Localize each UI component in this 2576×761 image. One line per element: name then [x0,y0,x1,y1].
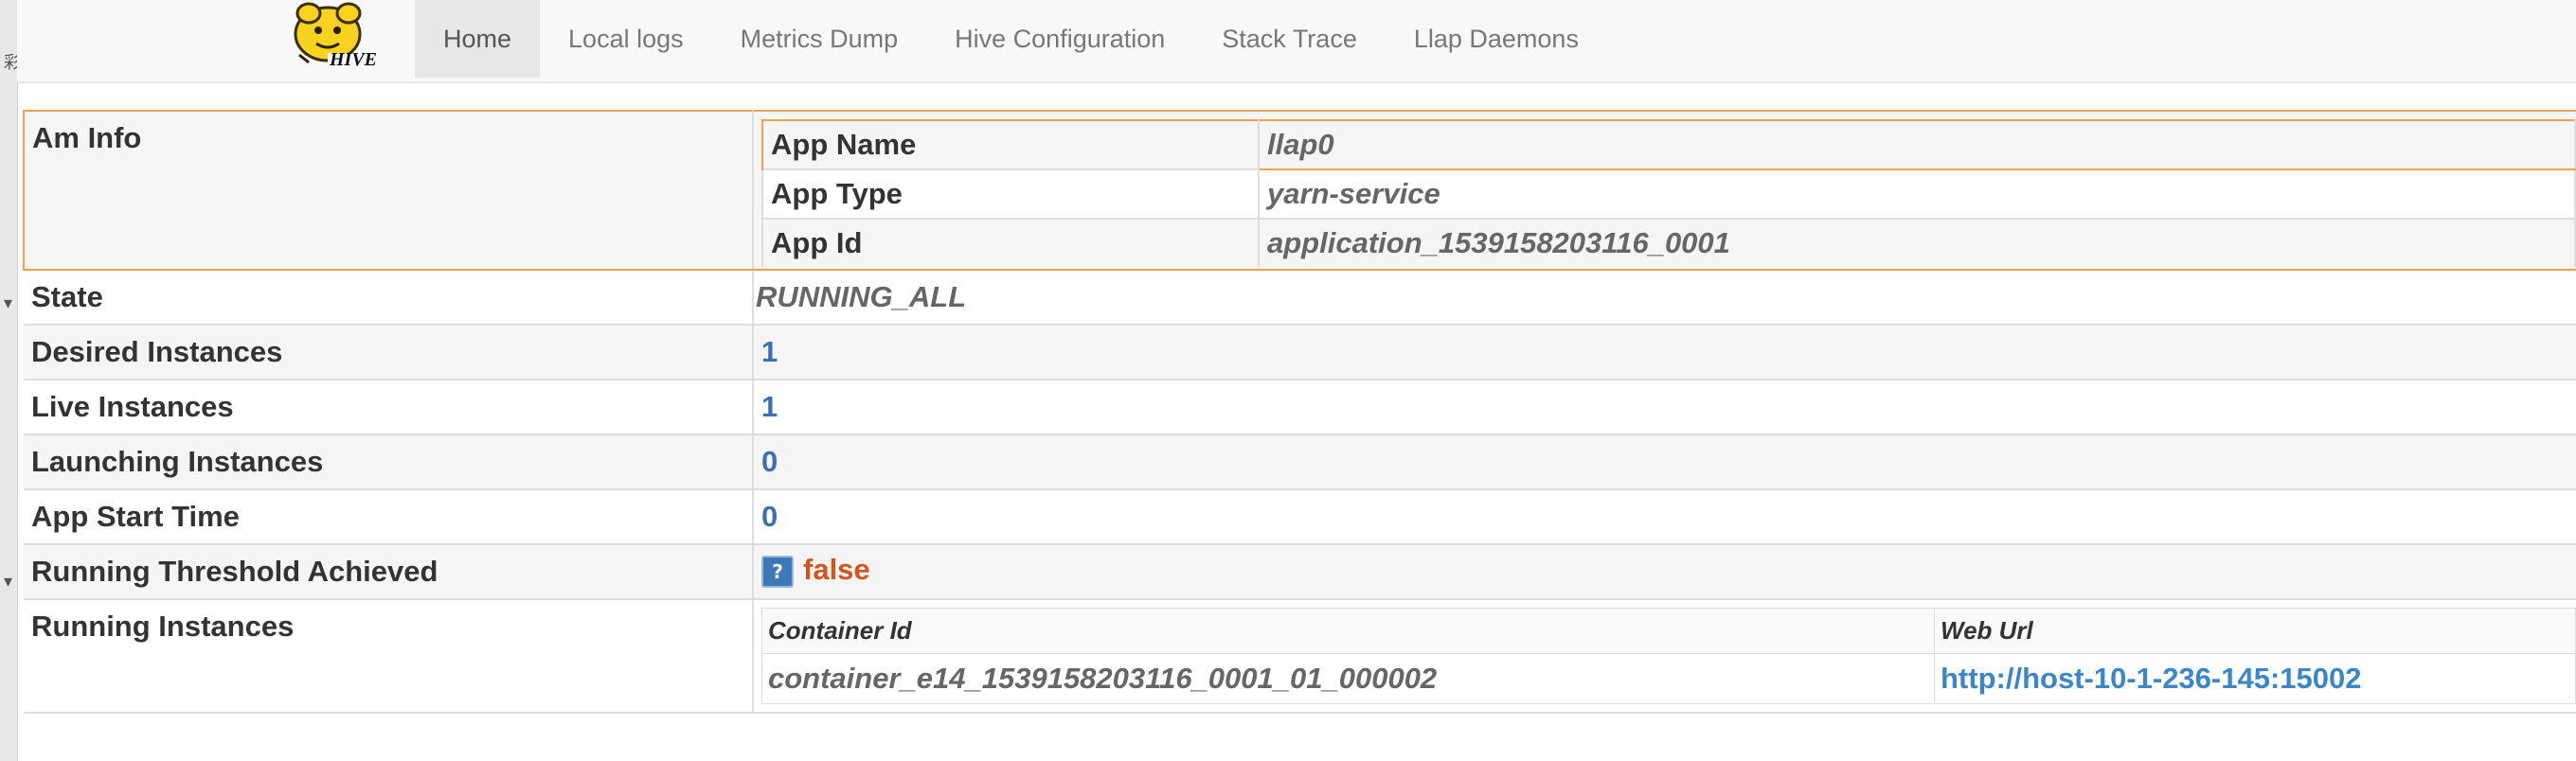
navbar: HIVE Home Local logs Metrics Dump Hive C… [17,0,2576,83]
nav-menu: Home Local logs Metrics Dump Hive Config… [415,0,1607,78]
app-status-table: Am Info App Name llap0 App Type yarn-ser… [23,110,2576,714]
edge-chevron-icon: ▾ [4,293,13,313]
launching-instances-value: 0 [753,434,2576,489]
launching-instances-label: Launching Instances [24,434,754,489]
app-start-time-value: 0 [753,488,2576,544]
app-type-row: App Type yarn-service [761,168,2576,219]
web-url-header: Web Url [1934,608,2576,654]
running-instances-cell: Container Id Web Url container_e14_15391… [753,598,2576,714]
live-instances-row: Live Instances 1 [24,379,2576,434]
container-id-header: Container Id [761,608,1935,654]
app-name-row: App Name llap0 [761,119,2576,170]
running-instances-row: Running Instances Container Id Web Url c… [24,598,2576,714]
state-value: RUNNING_ALL [753,269,2576,325]
web-url-link[interactable]: http://host-10-1-236-145:15002 [1941,662,2362,695]
nav-metrics-dump[interactable]: Metrics Dump [712,0,927,78]
running-threshold-row: Running Threshold Achieved ? false [24,543,2576,599]
table-row: container_e14_1539158203116_0001_01_0000… [761,653,2576,704]
nav-home[interactable]: Home [415,0,541,78]
hive-logo[interactable]: HIVE [271,0,413,78]
am-info-cell: App Name llap0 App Type yarn-service App… [753,110,2576,271]
page: 彩 ▾ ▾ HIVE Home Local logs Metrics Dump … [0,0,2576,761]
container-id-cell: container_e14_1539158203116_0001_01_0000… [761,653,1935,704]
app-start-time-row: App Start Time 0 [24,488,2576,544]
launching-instances-row: Launching Instances 0 [24,434,2576,489]
state-label: State [24,269,754,325]
desired-instances-label: Desired Instances [24,324,754,380]
live-instances-label: Live Instances [24,379,754,434]
nav-hive-configuration[interactable]: Hive Configuration [926,0,1193,78]
nav-stack-trace[interactable]: Stack Trace [1193,0,1386,78]
running-threshold-cell: ? false [753,543,2576,599]
web-url-cell: http://host-10-1-236-145:15002 [1934,653,2576,704]
app-start-time-label: App Start Time [24,488,754,544]
app-type-label: App Type [761,168,1260,219]
app-id-label: App Id [761,218,1260,267]
desired-instances-value: 1 [753,324,2576,380]
app-type-value: yarn-service [1259,168,2576,219]
live-instances-value: 1 [753,379,2576,434]
running-threshold-value: false [803,553,870,586]
question-icon[interactable]: ? [761,555,794,588]
app-id-row: App Id application_1539158203116_0001 [761,218,2576,267]
running-instances-table: Container Id Web Url container_e14_15391… [761,608,2576,704]
am-info-table: App Name llap0 App Type yarn-service App… [761,119,2576,267]
edge-chevron-icon: ▾ [4,572,13,592]
app-id-value: application_1539158203116_0001 [1259,218,2576,267]
running-instances-header: Container Id Web Url [761,608,2576,654]
running-threshold-label: Running Threshold Achieved [24,543,754,599]
nav-llap-daemons[interactable]: Llap Daemons [1386,0,1607,78]
left-edge-panel: 彩 ▾ ▾ [0,0,21,761]
am-info-row: Am Info App Name llap0 App Type yarn-ser… [23,110,2576,271]
state-row: State RUNNING_ALL [24,269,2576,325]
app-name-value: llap0 [1259,119,2576,170]
running-instances-label: Running Instances [24,598,754,714]
desired-instances-row: Desired Instances 1 [24,324,2576,380]
app-name-label: App Name [761,119,1260,169]
nav-local-logs[interactable]: Local logs [540,0,712,78]
logo-text: HIVE [330,49,378,70]
am-info-label: Am Info [23,110,754,271]
